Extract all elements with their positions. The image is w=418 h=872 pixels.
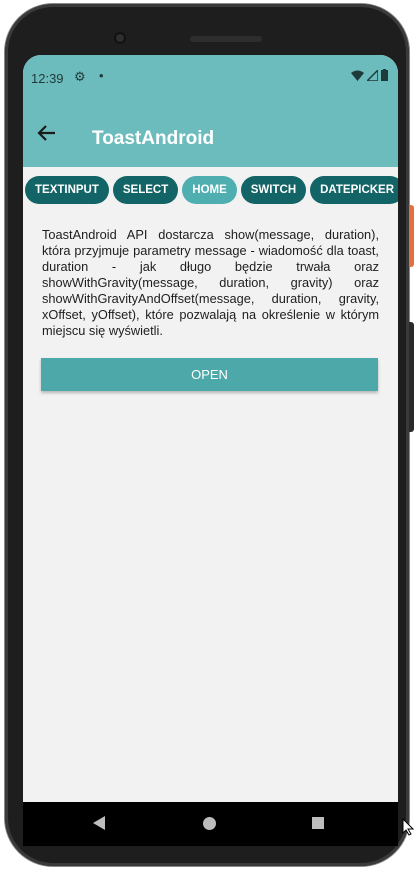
nav-back-icon[interactable] [93, 816, 105, 830]
volume-button [409, 322, 414, 432]
notification-dot: • [99, 68, 104, 83]
status-time: 12:39 [31, 71, 64, 86]
navigation-bar [23, 802, 398, 846]
front-camera [114, 32, 126, 44]
status-bar: 12:39 ⚙ • [23, 55, 398, 103]
power-button [409, 205, 414, 267]
nav-home-icon[interactable] [203, 817, 216, 830]
tab-switch[interactable]: SWITCH [240, 176, 307, 204]
tab-bar: TEXTINPUT SELECT HOME SWITCH DATEPICKER [23, 176, 398, 208]
screen: 12:39 ⚙ • ToastAndroid TEXTINPUT SELECT … [23, 55, 398, 802]
tab-datepicker[interactable]: DATEPICKER [310, 176, 398, 204]
nav-recent-icon[interactable] [312, 817, 324, 829]
page-title: ToastAndroid [92, 128, 215, 149]
mouse-cursor-icon [402, 818, 414, 836]
signal-icon [367, 69, 378, 81]
app-bar: ToastAndroid [23, 103, 398, 167]
battery-icon [381, 69, 388, 81]
open-button[interactable]: OPEN [41, 358, 378, 391]
description-text: ToastAndroid API dostarcza show(message,… [42, 227, 379, 338]
status-icons [351, 69, 388, 81]
gear-icon: ⚙ [74, 69, 86, 84]
tab-home[interactable]: HOME [182, 176, 237, 204]
arrow-left-icon[interactable] [35, 121, 59, 145]
tab-select[interactable]: SELECT [112, 176, 179, 204]
tab-textinput[interactable]: TEXTINPUT [25, 176, 109, 204]
earpiece-speaker [190, 36, 262, 42]
wifi-icon [351, 70, 364, 81]
